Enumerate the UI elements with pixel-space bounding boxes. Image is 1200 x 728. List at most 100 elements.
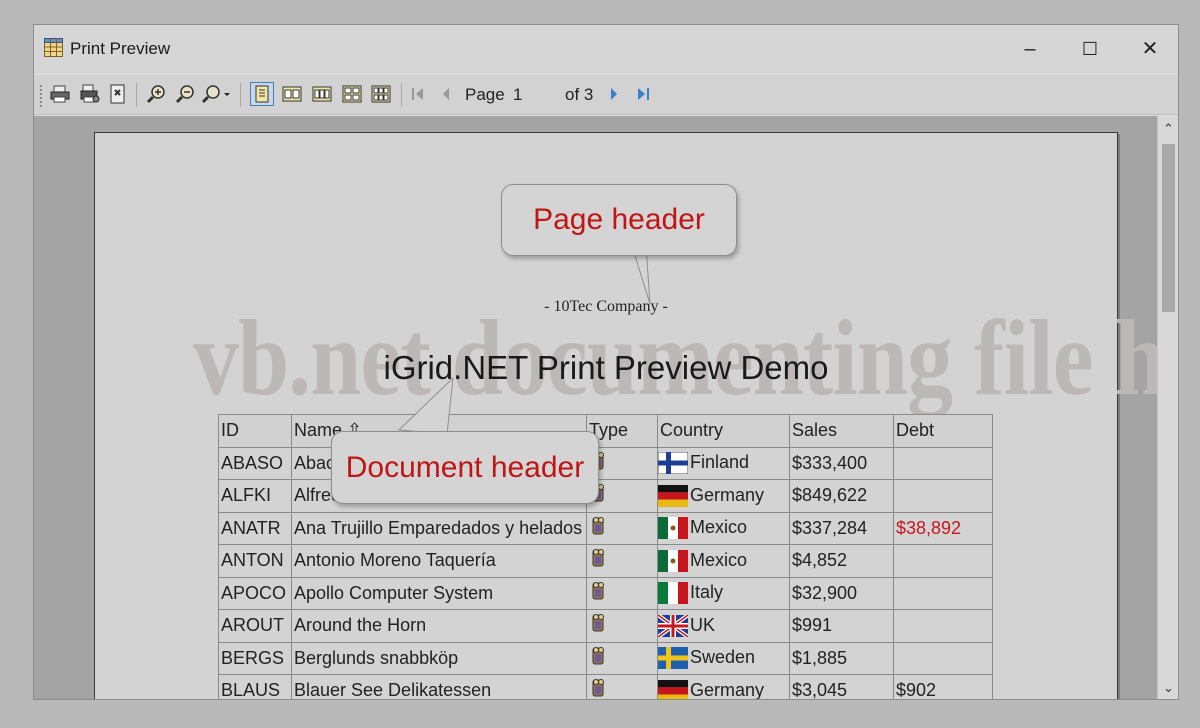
cell-name: Berglunds snabbköp (291, 641, 587, 675)
toolbar-grip[interactable] (40, 85, 43, 107)
scroll-up-icon[interactable]: ⌃ (1158, 118, 1178, 140)
page-header-company: - 10Tec Company - (544, 298, 668, 315)
cell-type (586, 674, 658, 699)
cell-country-label: Sweden (690, 647, 756, 668)
six-pages-view-button[interactable] (369, 82, 393, 106)
customer-type-icon (592, 581, 604, 600)
column-header-sales: Sales (789, 414, 894, 448)
one-page-view-button[interactable] (250, 82, 274, 106)
print-preview-window: Print Preview – ☐ ✕ Page 1 of 3 vb.net d… (33, 24, 1179, 700)
cell-debt (893, 641, 993, 675)
cell-name: Ana Trujillo Emparedados y helados (291, 511, 587, 545)
column-header-country: Country (657, 414, 790, 448)
toolbar-separator (240, 83, 241, 107)
page-header-callout-tail (631, 245, 651, 305)
cell-debt: $38,892 (893, 511, 993, 545)
first-page-button[interactable] (406, 82, 430, 106)
cell-id: ALFKI (218, 479, 292, 513)
minimize-button[interactable]: – (1010, 35, 1050, 63)
page-header-callout-text: Page header (533, 203, 705, 236)
cell-id: ANATR (218, 511, 292, 545)
two-pages-icon (282, 86, 302, 102)
cell-name: Antonio Moreno Taquería (291, 544, 587, 578)
cell-debt (893, 446, 993, 480)
cell-sales: $849,622 (789, 479, 894, 513)
three-pages-view-button[interactable] (310, 82, 334, 106)
table-row: APOCO Apollo Computer System Italy $32,900 (218, 576, 993, 610)
germany-flag-icon (658, 484, 688, 507)
zoom-in-button[interactable] (144, 82, 168, 106)
cell-id: AROUT (218, 609, 292, 643)
preview-viewport[interactable]: vb.net documenting file header - 10Tec C… (34, 116, 1159, 699)
cell-country-label: Germany (690, 484, 765, 505)
close-button[interactable]: ✕ (1130, 35, 1170, 63)
four-pages-view-button[interactable] (340, 82, 364, 106)
print-button[interactable] (48, 82, 72, 106)
column-header-id: ID (218, 414, 292, 448)
page-setup-button[interactable] (106, 82, 130, 106)
grid-app-icon (44, 38, 63, 57)
customer-type-icon (592, 516, 604, 535)
cell-country: Sweden (657, 641, 790, 675)
customer-type-icon (592, 679, 604, 697)
cell-name: Apollo Computer System (291, 576, 587, 610)
cell-country: Mexico (657, 511, 790, 545)
zoom-dropdown-button[interactable] (200, 82, 234, 106)
page-header-callout: Page header (501, 184, 737, 256)
previous-page-button[interactable] (434, 82, 458, 106)
cell-country: Germany (657, 674, 790, 699)
table-row: ANATR Ana Trujillo Emparedados y helados M… (218, 511, 993, 545)
cell-country-label: Germany (690, 679, 765, 699)
one-page-icon (255, 85, 269, 103)
quick-print-icon (80, 84, 100, 103)
cell-debt (893, 479, 993, 513)
cell-sales: $333,400 (789, 446, 894, 480)
germany-flag-icon (658, 679, 688, 699)
cell-sales: $337,284 (789, 511, 894, 545)
cell-debt (893, 576, 993, 610)
zoom-out-button[interactable] (173, 82, 197, 106)
cell-sales: $3,045 (789, 674, 894, 699)
cell-country-label: Finland (690, 452, 750, 473)
mexico-flag-icon (658, 517, 688, 540)
four-pages-icon (342, 85, 362, 103)
cell-type (586, 641, 658, 675)
italy-flag-icon (658, 582, 688, 605)
table-row: BERGS Berglunds snabbköp Sweden $1,885 (218, 641, 993, 675)
cell-country-label: Mexico (690, 517, 748, 538)
previous-page-icon (443, 88, 449, 100)
cell-type (586, 544, 658, 578)
cell-debt (893, 544, 993, 578)
scroll-down-icon[interactable]: ⌄ (1158, 677, 1178, 699)
quick-print-button[interactable] (78, 82, 102, 106)
last-page-button[interactable] (631, 82, 655, 106)
cell-name: Around the Horn (291, 609, 587, 643)
cell-type (586, 511, 658, 545)
customer-type-icon (592, 614, 604, 632)
two-pages-view-button[interactable] (280, 82, 304, 106)
mexico-flag-icon (658, 549, 688, 572)
table-row: ANTON Antonio Moreno Taquería Mexico $4,852 (218, 544, 993, 578)
cell-country: Italy (657, 576, 790, 610)
page-label: Page (465, 85, 505, 104)
page-count-label: of 3 (565, 85, 594, 104)
cell-debt: $902 (893, 674, 993, 699)
page-setup-icon (110, 84, 125, 104)
cell-type (586, 609, 658, 643)
cell-country-label: Mexico (690, 549, 748, 570)
cell-type (586, 576, 658, 610)
first-page-icon (412, 88, 423, 100)
page-number-input[interactable]: 1 (513, 85, 522, 105)
cell-country: Mexico (657, 544, 790, 578)
cell-sales: $32,900 (789, 576, 894, 610)
next-page-button[interactable] (602, 82, 626, 106)
scrollbar-thumb[interactable] (1162, 144, 1175, 312)
vertical-scrollbar[interactable]: ⌃ ⌄ (1157, 116, 1178, 699)
cell-country: UK (656, 609, 790, 643)
cell-country-label: UK (690, 614, 716, 635)
finland-flag-icon (657, 451, 689, 475)
table-row: BLAUS Blauer See Delikatessen Germany $3,04… (218, 674, 993, 699)
customer-type-icon (592, 549, 604, 567)
next-page-icon (611, 88, 617, 100)
maximize-button[interactable]: ☐ (1070, 35, 1110, 63)
